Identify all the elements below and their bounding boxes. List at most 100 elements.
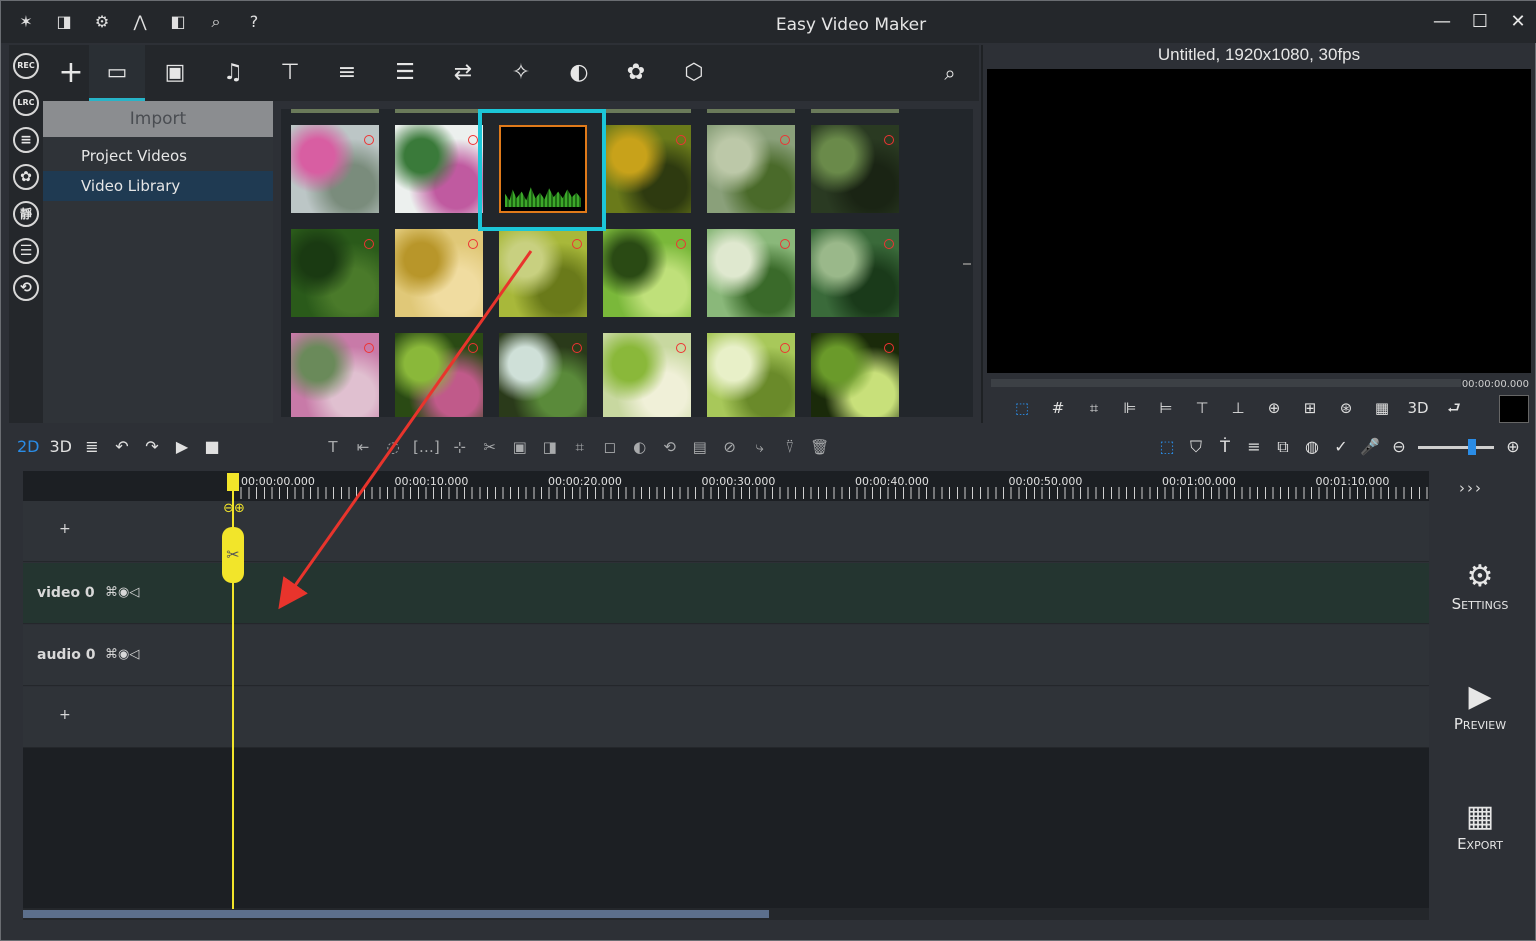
video-thumbnail[interactable] xyxy=(499,229,587,317)
preview-tool-8-icon[interactable]: ⊞ xyxy=(1299,397,1321,419)
library-item-video-library[interactable]: Video Library xyxy=(43,171,273,201)
video-thumbnail[interactable] xyxy=(395,333,483,417)
maximize-button[interactable]: ☐ xyxy=(1461,1,1499,43)
timeline_toolbar-left-2-icon[interactable]: ≣ xyxy=(82,435,102,459)
timeline_toolbar-middle-1-icon[interactable]: ⇤ xyxy=(353,435,373,459)
settings-button[interactable]: ⚙ Settings xyxy=(1431,559,1529,613)
video-thumbnail[interactable] xyxy=(291,125,379,213)
timeline-scroll-thumb[interactable] xyxy=(23,910,769,918)
video-thumbnail[interactable] xyxy=(395,125,483,213)
video-thumbnail[interactable] xyxy=(707,125,795,213)
video-thumbnail[interactable] xyxy=(603,333,691,417)
timeline_toolbar-middle-16-icon[interactable]: 🗑 xyxy=(810,435,830,459)
tab-music[interactable]: ♫ xyxy=(205,45,261,101)
timeline-scrollbar[interactable] xyxy=(23,908,1429,920)
preview-tool-2-icon[interactable]: ⌗ xyxy=(1083,397,1105,419)
timeline_toolbar-right-6-icon[interactable]: ✓ xyxy=(1331,435,1351,459)
video-thumbnail[interactable] xyxy=(707,333,795,417)
playhead-zoom-icons[interactable]: ⊖⊕ xyxy=(217,501,251,517)
audio-track-controls[interactable]: ⌘◉◁ xyxy=(105,647,139,662)
video-thumbnail[interactable] xyxy=(291,229,379,317)
video-thumbnail[interactable] xyxy=(811,125,899,213)
preview-tool-11-icon[interactable]: 3D xyxy=(1407,397,1429,419)
tab-effects[interactable]: ✿ xyxy=(608,45,664,101)
timeline_toolbar-middle-6-icon[interactable]: ▣ xyxy=(510,435,530,459)
tab-3d[interactable]: ⬡ xyxy=(666,45,722,101)
video-track-controls[interactable]: ⌘◉◁ xyxy=(105,585,139,600)
timeline_toolbar-right-7-icon[interactable]: 🎤 xyxy=(1360,435,1380,459)
tab-text[interactable]: ⊤ xyxy=(262,45,318,101)
preview-seekbar[interactable] xyxy=(991,379,1461,387)
video-thumbnail[interactable] xyxy=(499,333,587,417)
zoom-slider-knob[interactable] xyxy=(1468,438,1476,455)
timeline_toolbar-right-9-icon[interactable]: ⊕ xyxy=(1503,435,1523,459)
timeline_toolbar-left-6-icon[interactable]: ■ xyxy=(202,435,222,459)
video-thumbnail[interactable] xyxy=(811,229,899,317)
timeline_toolbar-right-1-icon[interactable]: ⛉ xyxy=(1186,435,1206,459)
tab-transition[interactable]: ⇄ xyxy=(435,45,491,101)
effects-button[interactable]: ✿ xyxy=(13,164,39,190)
tab-image[interactable]: ▣ xyxy=(147,45,203,101)
background-color-swatch[interactable] xyxy=(1499,395,1529,423)
tab-list[interactable]: ☰ xyxy=(377,45,433,101)
search-icon[interactable]: ⌕ xyxy=(935,45,965,101)
timeline_toolbar-middle-15-icon[interactable]: ⍢ xyxy=(780,435,800,459)
close-button[interactable]: ✕ xyxy=(1499,1,1536,43)
preview-tool-6-icon[interactable]: ⊥ xyxy=(1227,397,1249,419)
timeline_toolbar-right-2-icon[interactable]: Ṫ xyxy=(1215,435,1235,459)
preview-tool-0-icon[interactable]: ⬚ xyxy=(1011,397,1033,419)
timeline_toolbar-right-8-icon[interactable]: ⊖ xyxy=(1389,435,1409,459)
timeline_toolbar-middle-13-icon[interactable]: ⊘ xyxy=(720,435,740,459)
timeline_toolbar-middle-4-icon[interactable]: ⊹ xyxy=(450,435,470,459)
video-thumbnail[interactable] xyxy=(707,229,795,317)
timeline_toolbar-middle-0-icon[interactable]: T xyxy=(323,435,343,459)
preview-tool-7-icon[interactable]: ⊕ xyxy=(1263,397,1285,419)
export-button[interactable]: ▦ Export xyxy=(1431,799,1529,853)
timeline_toolbar-middle-12-icon[interactable]: ▤ xyxy=(690,435,710,459)
add-track-button[interactable]: + xyxy=(59,707,71,723)
text-button[interactable]: ☰ xyxy=(13,238,39,264)
timeline_toolbar-right-0-icon[interactable]: ⬚ xyxy=(1157,435,1177,459)
timeline_toolbar-middle-2-icon[interactable]: ◌ xyxy=(383,435,403,459)
timeline_toolbar-left-1-icon[interactable]: 3D xyxy=(50,435,73,459)
split-scissors-icon[interactable]: ✂ xyxy=(222,527,244,583)
record-button[interactable]: REC xyxy=(13,53,39,79)
video-thumbnail[interactable] xyxy=(811,333,899,417)
preview-tool-5-icon[interactable]: ⊤ xyxy=(1191,397,1213,419)
timeline_toolbar-middle-3-icon[interactable]: […] xyxy=(413,435,440,459)
timeline_toolbar-left-4-icon[interactable]: ↷ xyxy=(142,435,162,459)
preview-tool-9-icon[interactable]: ⊛ xyxy=(1335,397,1357,419)
timeline_toolbar-right-5-icon[interactable]: ◍ xyxy=(1302,435,1322,459)
video-thumbnail[interactable] xyxy=(603,229,691,317)
timeline_toolbar-middle-5-icon[interactable]: ✂ xyxy=(480,435,500,459)
preview-tool-10-icon[interactable]: ▦ xyxy=(1371,397,1393,419)
zoom-slider[interactable] xyxy=(1418,438,1494,455)
timeline_toolbar-middle-11-icon[interactable]: ⟲ xyxy=(660,435,680,459)
timeline_toolbar-middle-9-icon[interactable]: ◻ xyxy=(600,435,620,459)
preview-tool-3-icon[interactable]: ⊫ xyxy=(1119,397,1141,419)
convert-button[interactable]: ⟲ xyxy=(13,275,39,301)
playhead-marker[interactable] xyxy=(227,473,239,491)
preview-tool-4-icon[interactable]: ⊨ xyxy=(1155,397,1177,419)
tab-filter[interactable]: ◐ xyxy=(551,45,607,101)
timeline_toolbar-right-3-icon[interactable]: ≡ xyxy=(1244,435,1264,459)
timeline_toolbar-left-5-icon[interactable]: ▶ xyxy=(172,435,192,459)
grid-scrollbar[interactable] xyxy=(963,263,971,265)
tab-lyrics[interactable]: ≡ xyxy=(319,45,375,101)
video-thumbnail[interactable] xyxy=(291,333,379,417)
preview-tool-1-icon[interactable]: # xyxy=(1047,397,1069,419)
list-button[interactable]: ≡ xyxy=(13,127,39,153)
video-thumbnail[interactable] xyxy=(395,229,483,317)
timeline_toolbar-middle-10-icon[interactable]: ◐ xyxy=(630,435,650,459)
add-track-button[interactable]: + xyxy=(59,521,71,537)
minimize-button[interactable]: — xyxy=(1423,1,1461,43)
video-thumbnail[interactable] xyxy=(603,125,691,213)
tab-video[interactable]: ▭ xyxy=(89,45,145,101)
timeline_toolbar-middle-7-icon[interactable]: ◨ xyxy=(540,435,560,459)
timeline_toolbar-left-3-icon[interactable]: ↶ xyxy=(112,435,132,459)
library-item-project-videos[interactable]: Project Videos xyxy=(43,141,273,171)
timeline_toolbar-middle-8-icon[interactable]: ⌗ xyxy=(570,435,590,459)
lyrics-button[interactable]: LRC xyxy=(13,90,39,116)
timeline_toolbar-right-4-icon[interactable]: ⧉ xyxy=(1273,435,1293,459)
preview-tool-12-icon[interactable]: ⮐ xyxy=(1443,397,1465,419)
